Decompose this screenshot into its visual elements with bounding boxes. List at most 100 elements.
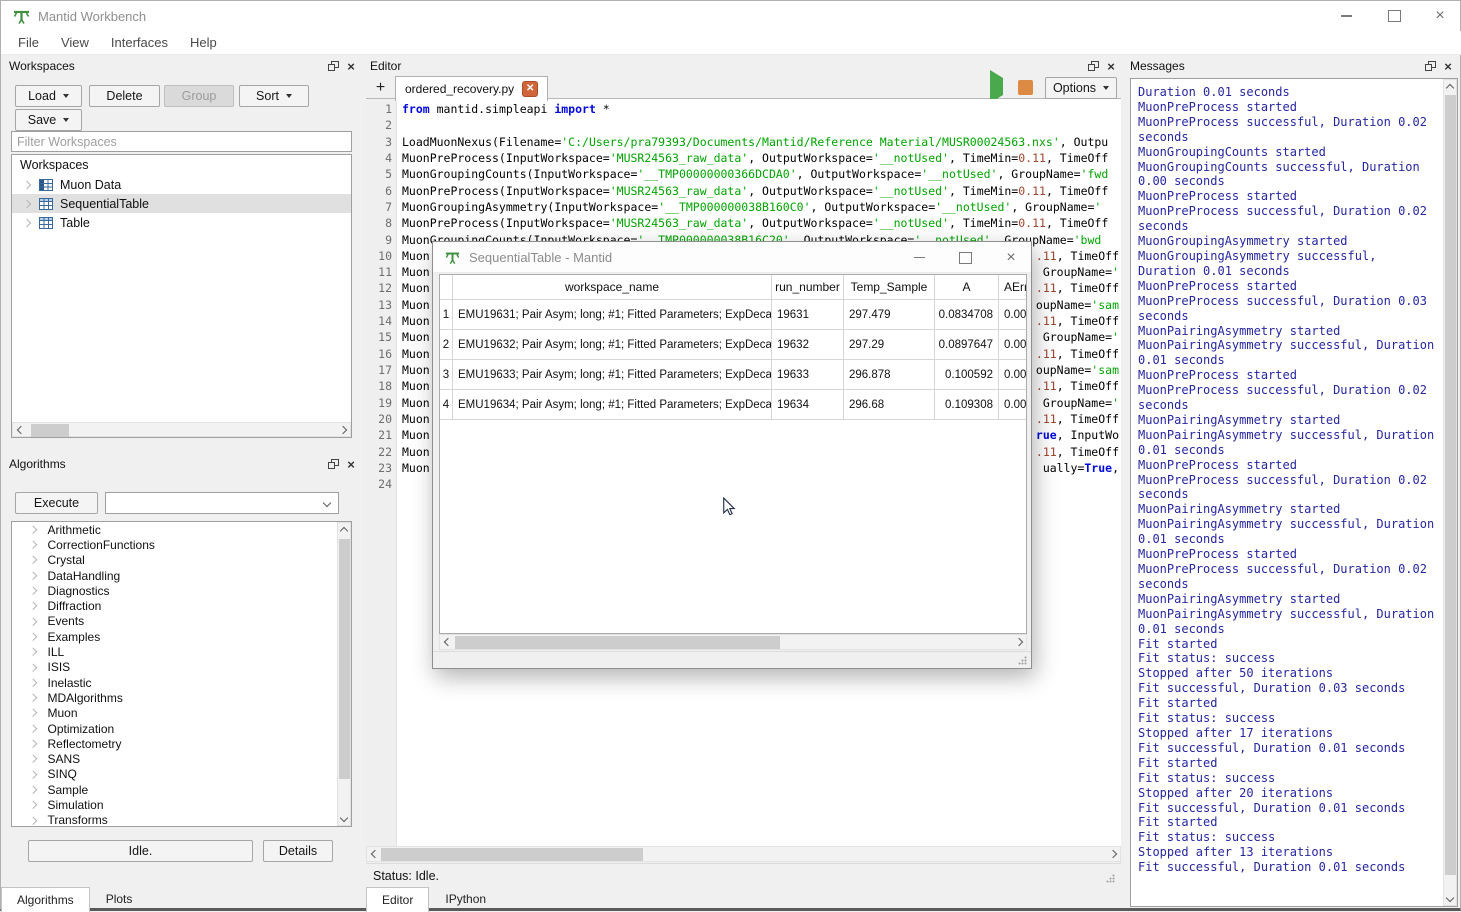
algorithm-category-correctionfunctions[interactable]: CorrectionFunctions bbox=[12, 537, 351, 552]
messages-log[interactable]: Duration 0.01 secondsMuonPreProcess star… bbox=[1130, 78, 1458, 907]
scroll-down-arrow-icon[interactable] bbox=[1444, 890, 1456, 905]
scroll-right-arrow-icon[interactable] bbox=[1011, 635, 1026, 649]
workspaces-root-item[interactable]: Workspaces bbox=[12, 155, 351, 175]
algorithms-tree[interactable]: ArithmeticCorrectionFunctionsCrystalData… bbox=[11, 521, 352, 827]
expand-chevron-icon[interactable] bbox=[29, 556, 37, 564]
expand-chevron-icon[interactable] bbox=[29, 709, 37, 717]
sequential-table-window[interactable]: SequentialTable - Mantid × workspace_nam… bbox=[432, 241, 1032, 669]
table-row[interactable]: 3EMU19633; Pair Asym; long; #1; Fitted P… bbox=[440, 360, 1026, 390]
algorithm-category-events[interactable]: Events bbox=[12, 614, 351, 629]
close-panel-icon[interactable]: × bbox=[343, 456, 359, 472]
expand-chevron-icon[interactable] bbox=[23, 218, 31, 226]
abort-button[interactable] bbox=[1018, 80, 1033, 95]
float-panel-icon[interactable] bbox=[1422, 58, 1438, 74]
algorithm-category-ill[interactable]: ILL bbox=[12, 644, 351, 659]
tab-close-icon[interactable]: ✕ bbox=[522, 81, 538, 97]
expand-chevron-icon[interactable] bbox=[29, 755, 37, 763]
scroll-left-arrow-icon[interactable] bbox=[440, 635, 455, 649]
algorithm-category-diagnostics[interactable]: Diagnostics bbox=[12, 583, 351, 598]
expand-chevron-icon[interactable] bbox=[29, 725, 37, 733]
algorithm-category-mdalgorithms[interactable]: MDAlgorithms bbox=[12, 690, 351, 705]
scroll-up-arrow-icon[interactable] bbox=[338, 523, 350, 538]
scroll-thumb[interactable] bbox=[381, 848, 643, 861]
column-header-run_number[interactable]: run_number bbox=[772, 275, 844, 299]
workspace-item-muon-data[interactable]: Muon Data bbox=[12, 175, 351, 194]
column-header-workspace_name[interactable]: workspace_name bbox=[453, 275, 772, 299]
menu-item-interfaces[interactable]: Interfaces bbox=[100, 35, 179, 50]
scroll-thumb[interactable] bbox=[455, 636, 780, 649]
float-panel-icon[interactable] bbox=[325, 456, 341, 472]
algorithm-category-isis[interactable]: ISIS bbox=[12, 660, 351, 675]
scroll-down-arrow-icon[interactable] bbox=[338, 810, 350, 825]
load-button[interactable]: Load bbox=[15, 85, 82, 107]
editor-file-tab[interactable]: ordered_recovery.py ✕ bbox=[395, 76, 548, 101]
new-tab-button[interactable]: + bbox=[367, 76, 394, 99]
column-header-AErr[interactable]: AErr bbox=[999, 275, 1027, 299]
scroll-thumb[interactable] bbox=[339, 539, 350, 779]
expand-chevron-icon[interactable] bbox=[29, 771, 37, 779]
messages-vertical-scrollbar[interactable] bbox=[1443, 79, 1457, 906]
details-button[interactable]: Details bbox=[263, 840, 333, 862]
expand-chevron-icon[interactable] bbox=[29, 602, 37, 610]
scroll-left-arrow-icon[interactable] bbox=[13, 423, 28, 436]
options-button[interactable]: Options bbox=[1045, 77, 1117, 99]
minimize-button[interactable] bbox=[899, 242, 939, 273]
algorithm-search-combobox[interactable] bbox=[105, 492, 339, 514]
algorithms-vertical-scrollbar[interactable] bbox=[337, 522, 351, 826]
expand-chevron-icon[interactable] bbox=[23, 180, 31, 188]
workspace-item-table[interactable]: Table bbox=[12, 213, 351, 232]
tab-ipython[interactable]: IPython bbox=[429, 886, 502, 912]
algorithm-category-sample[interactable]: Sample bbox=[12, 782, 351, 797]
expand-chevron-icon[interactable] bbox=[29, 663, 37, 671]
menu-item-file[interactable]: File bbox=[7, 35, 50, 50]
expand-chevron-icon[interactable] bbox=[29, 572, 37, 580]
expand-chevron-icon[interactable] bbox=[29, 587, 37, 595]
column-header-A[interactable]: A bbox=[935, 275, 999, 299]
workspaces-tree[interactable]: Workspaces Muon DataSequentialTableTable bbox=[11, 154, 352, 438]
expand-chevron-icon[interactable] bbox=[29, 526, 37, 534]
table-row[interactable]: 4EMU19634; Pair Asym; long; #1; Fitted P… bbox=[440, 390, 1026, 420]
column-header-Temp_Sample[interactable]: Temp_Sample bbox=[844, 275, 935, 299]
scroll-right-arrow-icon[interactable] bbox=[335, 423, 350, 436]
expand-chevron-icon[interactable] bbox=[29, 633, 37, 641]
save-button[interactable]: Save bbox=[15, 109, 82, 131]
expand-chevron-icon[interactable] bbox=[29, 786, 37, 794]
workspaces-horizontal-scrollbar[interactable] bbox=[12, 422, 351, 437]
tab-algorithms[interactable]: Algorithms bbox=[1, 887, 90, 912]
workspace-item-sequentialtable[interactable]: SequentialTable bbox=[12, 194, 351, 213]
close-panel-icon[interactable]: × bbox=[343, 58, 359, 74]
algorithm-category-muon[interactable]: Muon bbox=[12, 706, 351, 721]
resize-grip-icon[interactable] bbox=[1106, 874, 1115, 883]
run-button[interactable] bbox=[990, 78, 1003, 96]
algorithm-category-inelastic[interactable]: Inelastic bbox=[12, 675, 351, 690]
minimize-button[interactable] bbox=[1324, 1, 1368, 31]
table-window-titlebar[interactable]: SequentialTable - Mantid × bbox=[433, 242, 1031, 273]
float-panel-icon[interactable] bbox=[1085, 58, 1101, 74]
algorithm-category-datahandling[interactable]: DataHandling bbox=[12, 568, 351, 583]
scroll-left-arrow-icon[interactable] bbox=[367, 847, 382, 861]
close-button[interactable]: × bbox=[991, 242, 1031, 273]
maximize-button[interactable] bbox=[945, 242, 985, 273]
delete-button[interactable]: Delete bbox=[89, 85, 160, 107]
menu-item-view[interactable]: View bbox=[50, 35, 100, 50]
sequential-table-grid[interactable]: workspace_namerun_numberTemp_SampleAAErr… bbox=[439, 274, 1027, 634]
expand-chevron-icon[interactable] bbox=[29, 541, 37, 549]
resize-grip-icon[interactable] bbox=[1018, 656, 1027, 665]
close-panel-icon[interactable]: × bbox=[1440, 58, 1456, 74]
expand-chevron-icon[interactable] bbox=[23, 199, 31, 207]
expand-chevron-icon[interactable] bbox=[29, 679, 37, 687]
table-horizontal-scrollbar[interactable] bbox=[439, 634, 1027, 650]
filter-workspaces-input[interactable] bbox=[11, 131, 352, 152]
algorithm-category-reflectometry[interactable]: Reflectometry bbox=[12, 736, 351, 751]
algorithm-category-arithmetic[interactable]: Arithmetic bbox=[12, 522, 351, 537]
expand-chevron-icon[interactable] bbox=[29, 816, 37, 824]
algorithm-category-sinq[interactable]: SINQ bbox=[12, 767, 351, 782]
tab-editor[interactable]: Editor bbox=[366, 887, 429, 912]
close-button[interactable]: × bbox=[1418, 1, 1461, 31]
expand-chevron-icon[interactable] bbox=[29, 801, 37, 809]
execute-button[interactable]: Execute bbox=[15, 492, 98, 514]
expand-chevron-icon[interactable] bbox=[29, 694, 37, 702]
algorithm-category-simulation[interactable]: Simulation bbox=[12, 797, 351, 812]
algorithm-category-transforms[interactable]: Transforms bbox=[12, 813, 351, 827]
sort-button[interactable]: Sort bbox=[239, 85, 309, 107]
